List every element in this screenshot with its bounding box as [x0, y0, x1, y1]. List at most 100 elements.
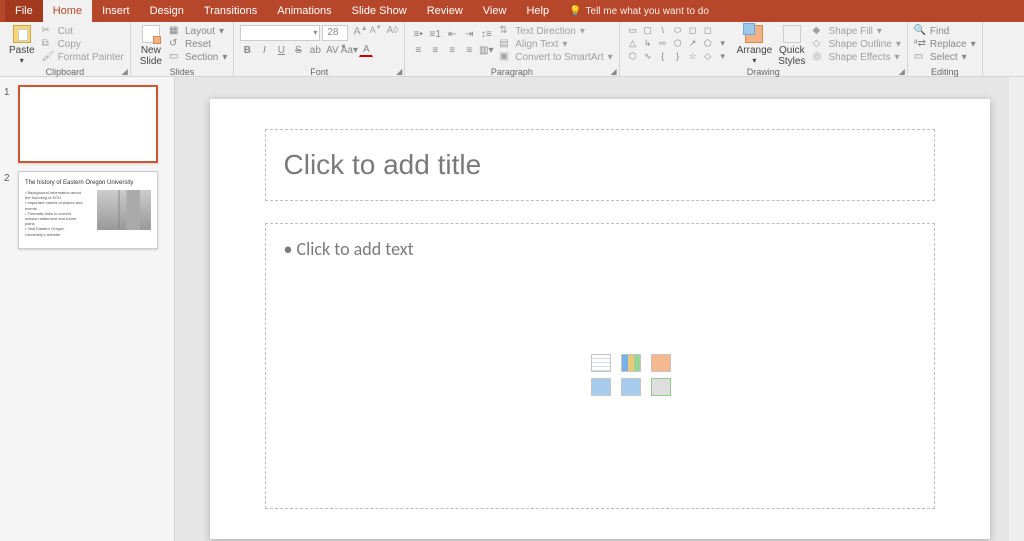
- strikethrough-button[interactable]: S: [291, 43, 305, 57]
- font-color-button[interactable]: A: [359, 43, 373, 57]
- thumb-number: 2: [4, 171, 18, 249]
- replace-button[interactable]: ᵃ⇄Replace ▾: [914, 38, 976, 50]
- font-launcher[interactable]: ◢: [396, 67, 402, 76]
- align-center-button[interactable]: ≡: [428, 43, 442, 57]
- line-spacing-button[interactable]: ↕≡: [479, 27, 493, 41]
- insert-online-picture-icon[interactable]: [621, 378, 641, 396]
- justify-button[interactable]: ≡: [462, 43, 476, 57]
- vertical-scrollbar[interactable]: [1009, 77, 1024, 541]
- workspace: 1 2 The history of Eastern Oregon Univer…: [0, 77, 1024, 541]
- numbering-button[interactable]: ≡1: [428, 27, 442, 41]
- section-button[interactable]: ▭Section ▾: [169, 51, 227, 63]
- slide-canvas-area[interactable]: Click to add title Click to add text: [175, 77, 1024, 541]
- group-label: Font: [234, 67, 404, 77]
- clear-formatting-button[interactable]: A◊: [387, 25, 399, 41]
- shape-outline-icon: ◇: [812, 38, 824, 50]
- group-drawing: ▭▢\⬭◻◻ △↳⇨⬡↗⬠▾ ⬡∿{}☆◇▾ Arrange▾ Quick St…: [620, 22, 908, 77]
- thumb2-bullets: • Background information about the found…: [25, 190, 83, 237]
- content-placeholder-text: Click to add text: [284, 238, 916, 260]
- find-icon: 🔍: [914, 25, 926, 37]
- clipboard-launcher[interactable]: ◢: [122, 67, 128, 76]
- insert-video-icon[interactable]: [651, 378, 671, 396]
- format-painter-button[interactable]: 🖌Format Painter: [42, 51, 124, 63]
- shape-effects-button[interactable]: ◎Shape Effects ▾: [812, 51, 900, 63]
- new-slide-icon: [142, 25, 160, 43]
- find-button[interactable]: 🔍Find: [914, 25, 976, 37]
- paragraph-launcher[interactable]: ◢: [610, 67, 616, 76]
- align-right-button[interactable]: ≡: [445, 43, 459, 57]
- tab-view[interactable]: View: [473, 0, 517, 22]
- shape-effects-icon: ◎: [812, 51, 824, 63]
- group-label: Clipboard: [0, 67, 130, 77]
- tab-review[interactable]: Review: [417, 0, 473, 22]
- columns-button[interactable]: ▥▾: [479, 43, 493, 57]
- font-size-combo[interactable]: 28: [322, 25, 348, 41]
- thumbnail-slide-1[interactable]: [18, 85, 158, 163]
- smartart-icon: ▣: [499, 51, 511, 63]
- tab-insert[interactable]: Insert: [92, 0, 140, 22]
- content-placeholder[interactable]: Click to add text: [265, 223, 935, 509]
- shape-gallery[interactable]: ▭▢\⬭◻◻ △↳⇨⬡↗⬠▾ ⬡∿{}☆◇▾: [626, 25, 730, 65]
- shadow-button[interactable]: ab: [308, 43, 322, 57]
- layout-button[interactable]: ▦Layout ▾: [169, 25, 227, 37]
- quick-styles-button[interactable]: Quick Styles: [775, 25, 808, 65]
- quick-styles-icon: [783, 25, 801, 43]
- tab-home[interactable]: Home: [43, 0, 92, 22]
- title-placeholder[interactable]: Click to add title: [265, 129, 935, 201]
- copy-button[interactable]: ⧉Copy: [42, 38, 124, 50]
- grow-font-button[interactable]: A▲: [353, 25, 367, 41]
- bold-button[interactable]: B: [240, 43, 254, 57]
- shape-outline-button[interactable]: ◇Shape Outline ▾: [812, 38, 900, 50]
- paste-icon: [13, 25, 31, 43]
- section-icon: ▭: [169, 51, 181, 63]
- new-slide-button[interactable]: New Slide: [137, 25, 165, 65]
- tell-me-search[interactable]: 💡Tell me what you want to do: [569, 6, 709, 17]
- font-name-combo[interactable]: [240, 25, 320, 41]
- paste-button[interactable]: Paste ▾: [6, 25, 38, 65]
- indent-decrease-button[interactable]: ⇤: [445, 27, 459, 41]
- group-label: Editing: [908, 67, 982, 77]
- group-font: 28 A▲ A▼ A◊ B I U S ab AV Aa▾ A Font ◢: [234, 22, 405, 77]
- thumb-number: 1: [4, 85, 18, 163]
- indent-increase-button[interactable]: ⇥: [462, 27, 476, 41]
- insert-smartart-icon[interactable]: [651, 354, 671, 372]
- group-label: Slides: [131, 67, 234, 77]
- italic-button[interactable]: I: [257, 43, 271, 57]
- tab-help[interactable]: Help: [516, 0, 559, 22]
- tab-design[interactable]: Design: [140, 0, 194, 22]
- arrange-button[interactable]: Arrange▾: [734, 25, 776, 65]
- select-icon: ▭: [914, 51, 926, 63]
- text-direction-button[interactable]: ⇅Text Direction ▾: [499, 25, 612, 37]
- insert-table-icon[interactable]: [591, 354, 611, 372]
- char-spacing-button[interactable]: AV: [325, 43, 339, 57]
- insert-content-icons: [576, 354, 686, 402]
- tab-animations[interactable]: Animations: [267, 0, 341, 22]
- copy-icon: ⧉: [42, 38, 54, 50]
- align-left-button[interactable]: ≡: [411, 43, 425, 57]
- group-paragraph: ≡• ≡1 ⇤ ⇥ ↕≡ ≡ ≡ ≡ ≡ ▥▾ ⇅Text Direction …: [405, 22, 619, 77]
- arrange-icon: [745, 25, 763, 43]
- shrink-font-button[interactable]: A▼: [370, 25, 382, 41]
- insert-picture-icon[interactable]: [591, 378, 611, 396]
- title-placeholder-text: Click to add title: [284, 149, 482, 181]
- insert-chart-icon[interactable]: [621, 354, 641, 372]
- thumb2-image: [97, 190, 151, 230]
- bullets-button[interactable]: ≡•: [411, 27, 425, 41]
- align-text-button[interactable]: ▤Align Text ▾: [499, 38, 612, 50]
- select-button[interactable]: ▭Select ▾: [914, 51, 976, 63]
- slide-thumbnail-panel: 1 2 The history of Eastern Oregon Univer…: [0, 77, 175, 541]
- underline-button[interactable]: U: [274, 43, 288, 57]
- convert-smartart-button[interactable]: ▣Convert to SmartArt ▾: [499, 51, 612, 63]
- group-label: Drawing: [620, 67, 907, 77]
- thumbnail-slide-2[interactable]: The history of Eastern Oregon University…: [18, 171, 158, 249]
- reset-icon: ↺: [169, 38, 181, 50]
- tab-file[interactable]: File: [5, 0, 43, 22]
- cut-button[interactable]: ✂Cut: [42, 25, 124, 37]
- drawing-launcher[interactable]: ◢: [899, 67, 905, 76]
- shape-fill-button[interactable]: ◆Shape Fill ▾: [812, 25, 900, 37]
- tab-transitions[interactable]: Transitions: [194, 0, 267, 22]
- reset-button[interactable]: ↺Reset: [169, 38, 227, 50]
- tab-slideshow[interactable]: Slide Show: [342, 0, 417, 22]
- cut-icon: ✂: [42, 25, 54, 37]
- group-editing: 🔍Find ᵃ⇄Replace ▾ ▭Select ▾ Editing: [908, 22, 983, 77]
